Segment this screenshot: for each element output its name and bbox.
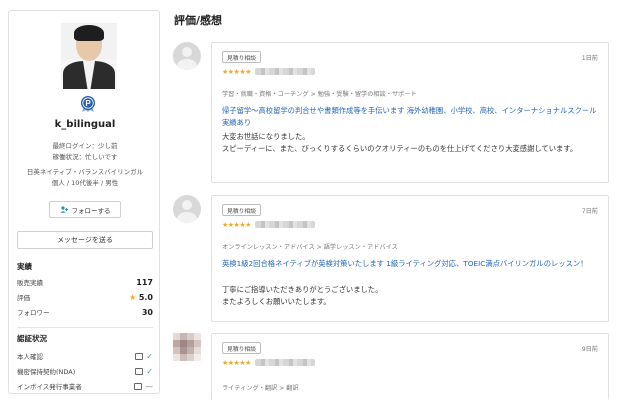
cert-label: 本人確認 [17, 353, 43, 361]
review-body: 大変お世話になりました。 スピーディーに、また、びっくりするくらいのクオリティー… [222, 132, 578, 153]
busy-status: 稼働状況：忙しいです [52, 153, 118, 161]
reviews-title: 評価/感想 [174, 14, 223, 27]
star-rating-icon: ★★★★★ [222, 220, 251, 229]
avatar[interactable] [61, 23, 117, 93]
dash-icon: — [145, 381, 153, 391]
follow-button[interactable]: フォローする [49, 201, 121, 218]
pro-badge-icon: P [81, 96, 95, 112]
reviewer-avatar[interactable] [173, 333, 201, 361]
review-tag: 見積り相談 [222, 51, 261, 63]
id-card-icon [135, 352, 144, 360]
star-rating-icon: ★★★★★ [222, 358, 251, 367]
review-rating: ★★★★★ [222, 67, 315, 76]
add-user-icon [59, 206, 68, 213]
blurred-reviewer-name [254, 359, 315, 366]
stat-value: 30 [141, 307, 153, 317]
review-tag: 見積り相談 [222, 342, 261, 354]
send-message-label: メッセージを送る [57, 236, 113, 244]
stat-value: 5.0 [138, 292, 153, 302]
cert-row-invoice: インボイス発行事業者 — [17, 381, 153, 392]
avatar-photo [61, 23, 117, 89]
check-icon: ✓ [146, 351, 153, 361]
cert-row-identity: 本人確認 ✓ [17, 351, 153, 362]
invoice-icon [134, 382, 142, 390]
review-rating: ★★★★★ [222, 220, 315, 229]
review-category[interactable]: 学習・就職・資格・コーチング > 勉強・受験・留学の相談・サポート [222, 89, 417, 98]
divider [17, 327, 153, 328]
stat-label: フォロワー [17, 309, 50, 317]
blurred-reviewer-name [254, 68, 315, 75]
last-login: 最終ログイン：少し前 [52, 142, 118, 150]
review-body: 丁寧にご指導いただきありがとうございました。 またよろしくお願いいたします。 [222, 285, 383, 306]
blurred-reviewer-name [254, 221, 315, 228]
review-rating: ★★★★★ [222, 358, 315, 367]
cert-label: インボイス発行事業者 [17, 383, 82, 391]
stat-row-sales: 販売実績 117 [17, 277, 153, 288]
stat-row-followers: フォロワー 30 [17, 307, 153, 318]
stat-label: 販売実績 [17, 279, 43, 287]
cert-label: 機密保持契約(NDA) [17, 368, 76, 376]
check-icon: ✓ [146, 366, 153, 376]
star-rating-icon: ★★★★★ [222, 67, 251, 76]
review-tag: 見積り相談 [222, 204, 261, 216]
service-link[interactable]: 帰子留学〜高校留学の判合せや書類作成等を手伝います 海外幼稚園、小学校、高校、イ… [222, 105, 600, 129]
service-link[interactable]: 英検1級2回合格ネイティブが英検対策いたします 1級ライティング対応、TOEIC… [222, 258, 600, 270]
review-category[interactable]: ライティング・翻訳 > 翻訳 [222, 383, 299, 392]
stat-value: 117 [136, 277, 153, 287]
review-date: 7日前 [581, 208, 598, 215]
demographics: 個人 / 10代後半 / 男性 [51, 179, 119, 187]
review-card: 見積り相談 9日前 ★★★★★ ライティング・翻訳 > 翻訳 [211, 333, 609, 400]
badge-letter: P [85, 99, 91, 108]
username: k_bilingual [54, 119, 116, 130]
languages: 日英ネイティブ・バランスバイリンガル [26, 168, 144, 176]
stat-row-rating: 評価 ★ 5.0 [17, 292, 153, 303]
document-icon [135, 367, 144, 375]
review-category[interactable]: オンラインレッスン・アドバイス > 語学レッスン・アドバイス [222, 242, 398, 251]
review-date: 9日前 [581, 346, 598, 353]
reviewer-avatar[interactable] [173, 195, 201, 223]
review-card: 見積り相談 7日前 ★★★★★ オンラインレッスン・アドバイス > 語学レッスン… [211, 195, 609, 322]
certifications-title: 認証状況 [17, 334, 47, 343]
follow-label: フォローする [71, 206, 111, 215]
profile-card: P k_bilingual 最終ログイン：少し前 稼働状況：忙しいです 日英ネイ… [8, 10, 160, 394]
stats-title: 実績 [17, 262, 32, 271]
star-icon: ★ [129, 292, 136, 302]
review-date: 1日前 [581, 55, 598, 62]
review-card: 見積り相談 1日前 ★★★★★ 学習・就職・資格・コーチング > 勉強・受験・留… [211, 42, 609, 183]
cert-row-nda: 機密保持契約(NDA) ✓ [17, 366, 153, 377]
send-message-button[interactable]: メッセージを送る [17, 231, 153, 249]
reviewer-avatar[interactable] [173, 42, 201, 70]
stat-label: 評価 [17, 294, 30, 302]
